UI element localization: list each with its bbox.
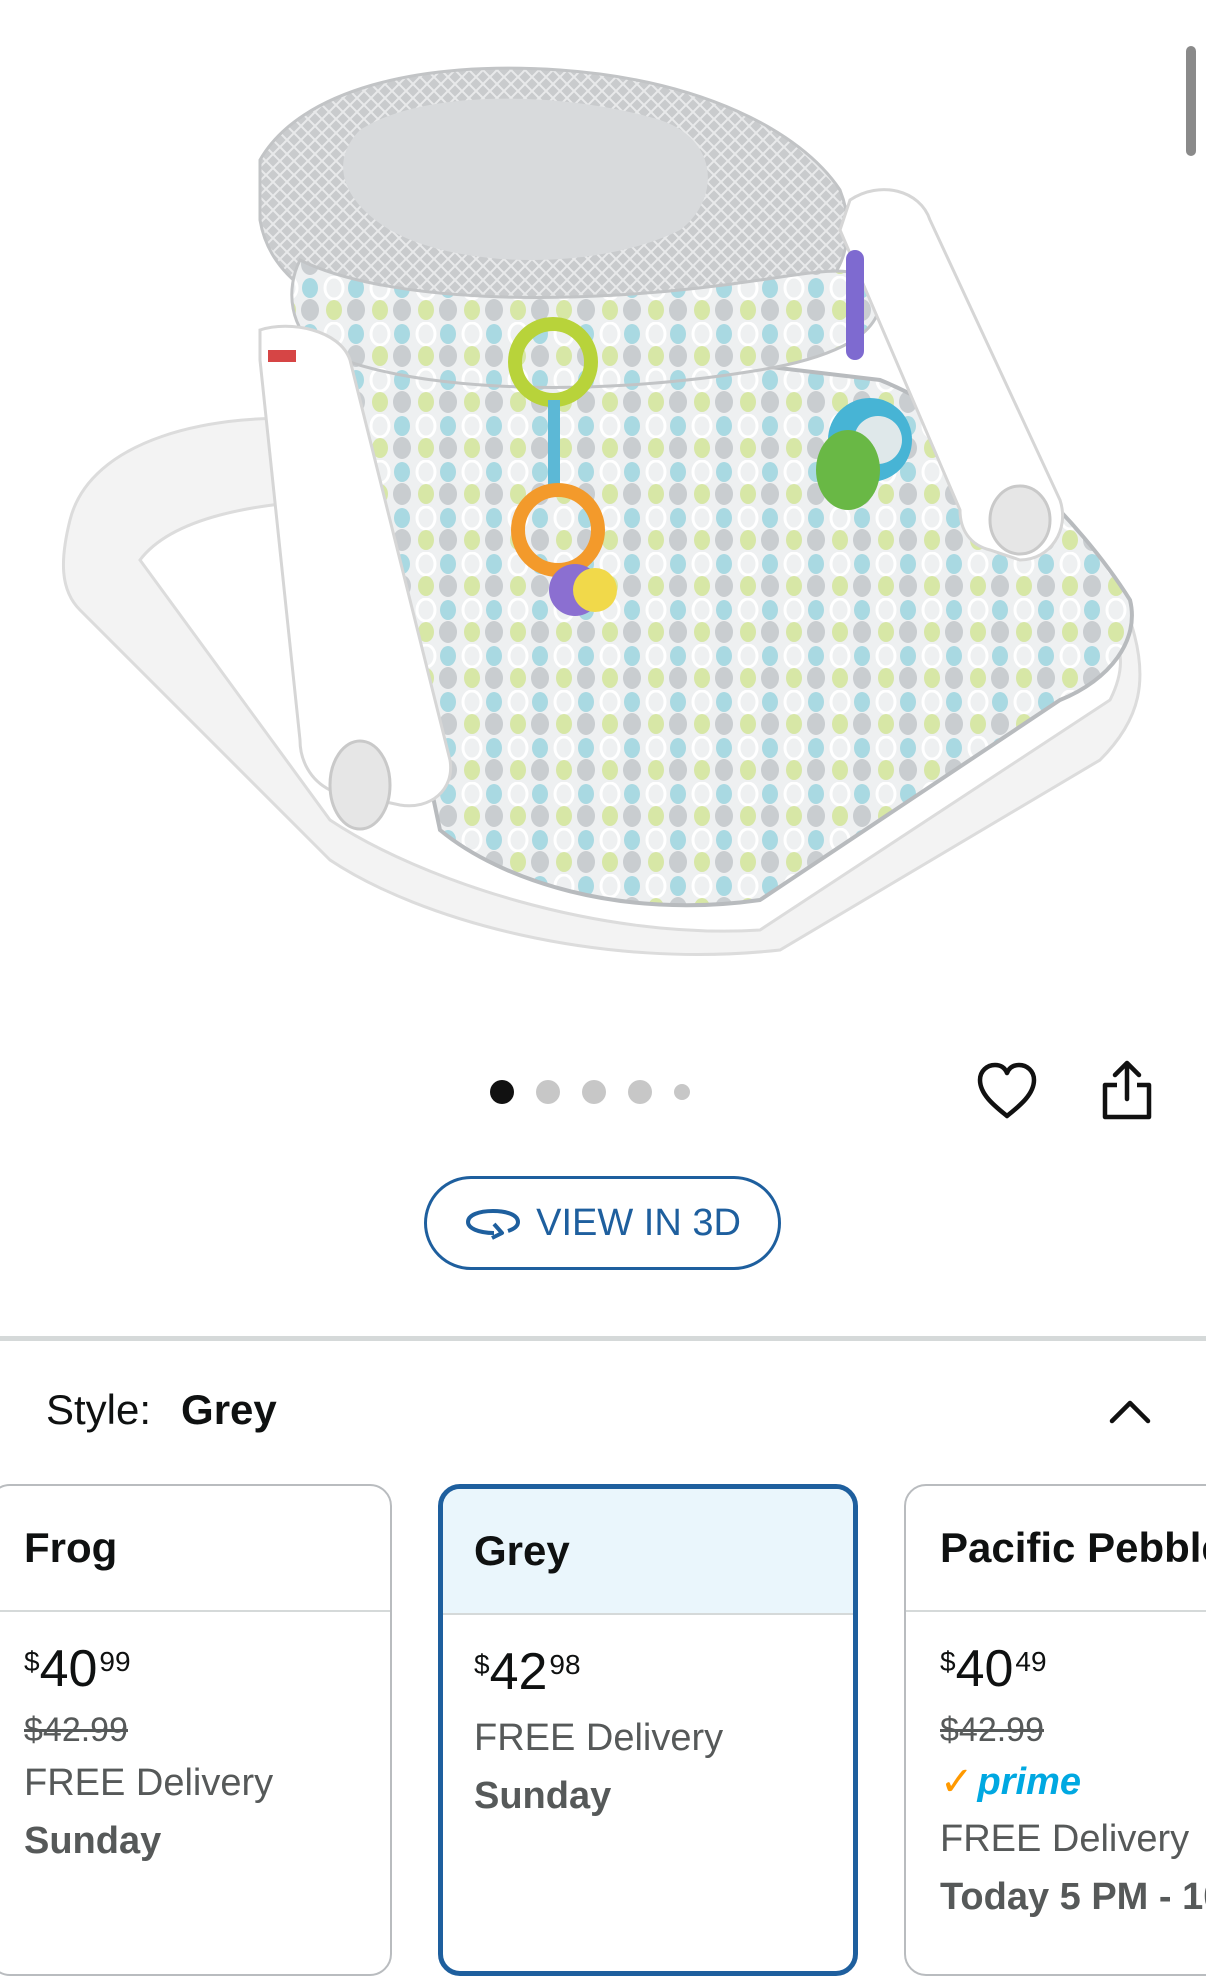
section-divider bbox=[0, 1336, 1206, 1341]
carousel-dot-4[interactable] bbox=[628, 1080, 652, 1104]
product-image[interactable] bbox=[0, 0, 1206, 1000]
style-option-pacific-pebble[interactable]: Pacific Pebble $ 40 49 $42.99 ✓ prime FR… bbox=[904, 1484, 1206, 1976]
style-option-frog[interactable]: Frog $ 40 99 $42.99 FREE Delivery Sunday bbox=[0, 1484, 392, 1976]
option-name: Grey bbox=[443, 1489, 853, 1615]
view-in-3d-label: VIEW IN 3D bbox=[536, 1201, 741, 1244]
share-button[interactable] bbox=[1092, 1054, 1162, 1126]
image-carousel-indicator[interactable] bbox=[490, 1077, 690, 1107]
share-icon bbox=[1102, 1060, 1152, 1120]
page-scrollbar[interactable] bbox=[1186, 46, 1196, 156]
option-price: $ 40 49 bbox=[940, 1640, 1047, 1698]
prime-badge: ✓ prime bbox=[940, 1754, 1206, 1810]
chevron-up-icon bbox=[1109, 1400, 1151, 1424]
option-price: $ 42 98 bbox=[474, 1643, 581, 1701]
style-selected-value: Grey bbox=[181, 1386, 277, 1433]
style-option-grey-selected[interactable]: Grey $ 42 98 FREE Delivery Sunday bbox=[438, 1484, 858, 1976]
carousel-dot-5[interactable] bbox=[674, 1084, 690, 1100]
prime-label: prime bbox=[977, 1760, 1081, 1803]
carousel-dot-3[interactable] bbox=[582, 1080, 606, 1104]
style-label: Style: bbox=[46, 1386, 152, 1433]
option-delivery-date: Today 5 PM - 10 PM bbox=[940, 1876, 1206, 1918]
prime-check-icon: ✓ bbox=[940, 1760, 974, 1804]
style-selector-header[interactable]: Style: Grey bbox=[0, 1370, 1206, 1450]
favorite-button[interactable] bbox=[972, 1056, 1042, 1126]
option-delivery-date: Sunday bbox=[474, 1775, 612, 1817]
collapse-button[interactable] bbox=[1100, 1382, 1160, 1442]
view-in-3d-button[interactable]: VIEW IN 3D bbox=[424, 1176, 781, 1270]
option-list-price: $42.99 bbox=[940, 1711, 1044, 1749]
option-delivery: FREE Delivery bbox=[940, 1818, 1190, 1860]
option-price: $ 40 99 bbox=[24, 1640, 131, 1698]
option-name: Pacific Pebble bbox=[906, 1486, 1206, 1612]
option-delivery: FREE Delivery bbox=[24, 1762, 274, 1804]
carousel-dot-2[interactable] bbox=[536, 1080, 560, 1104]
floor-seat-illustration bbox=[61, 66, 1142, 956]
heart-icon bbox=[977, 1062, 1037, 1119]
option-delivery: FREE Delivery bbox=[474, 1717, 724, 1759]
option-name: Frog bbox=[0, 1486, 390, 1612]
option-delivery-date: Sunday bbox=[24, 1820, 162, 1862]
rotate-3d-icon bbox=[466, 1208, 521, 1240]
option-list-price: $42.99 bbox=[24, 1711, 128, 1749]
carousel-dot-1[interactable] bbox=[490, 1080, 514, 1104]
